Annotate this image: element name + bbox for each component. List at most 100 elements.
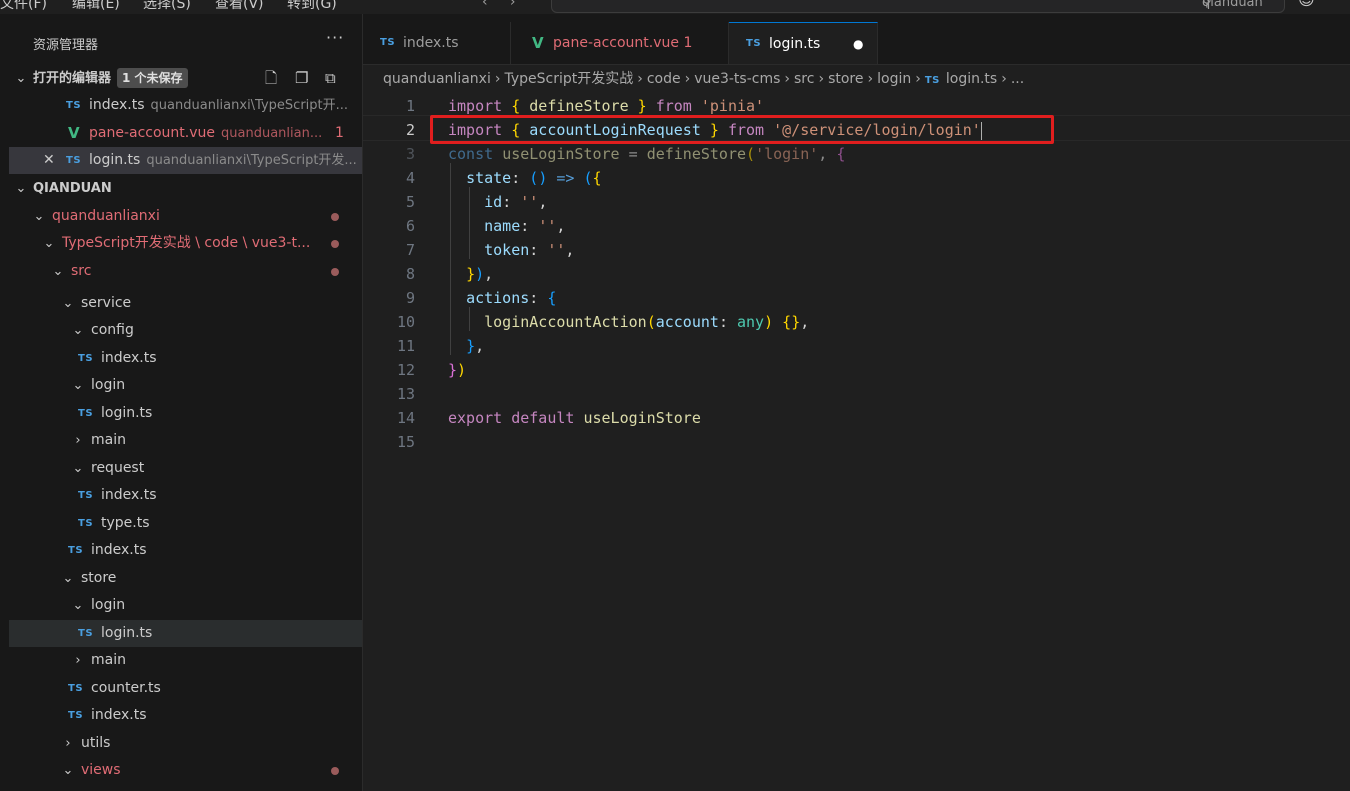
breadcrumb-item[interactable]: quanduanlianxi <box>383 71 491 87</box>
title-bar: 文件(F) 编辑(E) 选择(S) 查看(V) 转到(G) ‹ › ⚲ qian… <box>0 0 1350 14</box>
workspace-header[interactable]: ⌄ QIANDUAN <box>9 175 362 202</box>
unsaved-dot-icon[interactable]: ● <box>853 23 863 65</box>
breadcrumb-item[interactable]: code <box>647 71 681 87</box>
tab-index-ts[interactable]: TS index.ts <box>363 22 511 64</box>
open-editor-item-active[interactable]: ✕ TS login.ts quanduanlianxi\TypeScript开发… <box>9 147 362 174</box>
breadcrumb-item[interactable]: src <box>794 71 814 87</box>
menu-view[interactable]: 查看(V) <box>215 0 264 13</box>
copilot-icon[interactable]: ☺ <box>1298 0 1320 9</box>
tree-folder[interactable]: ⌄ src <box>9 258 362 285</box>
open-editor-path: quanduanlian... <box>221 126 323 141</box>
typescript-icon: TS <box>380 37 396 48</box>
code-line[interactable]: 11 }, <box>363 334 1350 358</box>
tree-folder-label: main <box>91 432 126 448</box>
tree-folder-label: store <box>81 570 117 586</box>
tree-folder-label: service <box>81 295 132 311</box>
code-line[interactable]: 10 loginAccountAction(account: any) {}, <box>363 310 1350 334</box>
command-center-search[interactable]: ⚲ qianduan <box>551 0 1285 13</box>
breadcrumb-item[interactable]: ... <box>1011 71 1024 87</box>
editor-area: TS index.ts V pane-account.vue 1 TS logi… <box>363 14 1350 791</box>
open-editor-name: pane-account.vue <box>89 125 215 141</box>
annotation-highlight-box <box>430 115 1054 144</box>
tab-label: pane-account.vue <box>553 35 679 51</box>
tree-file[interactable]: TS login.ts <box>9 400 362 427</box>
code-text: const useLoginStore = defineStore('login… <box>448 145 846 163</box>
open-editor-item[interactable]: V pane-account.vue quanduanlian... 1 <box>9 120 362 147</box>
chevron-down-icon: ⌄ <box>52 264 64 279</box>
open-editor-name: login.ts <box>89 152 141 168</box>
line-number: 9 <box>405 289 415 307</box>
problem-count: 1 <box>683 35 693 51</box>
tree-file[interactable]: TS index.ts <box>9 702 362 729</box>
breadcrumb-item[interactable]: login.ts <box>946 71 997 87</box>
tree-folder[interactable]: ⌄ login <box>9 592 362 619</box>
explorer-sidebar: 资源管理器 ··· ⌄ 打开的编辑器 1 个未保存 🗋 ❐ ⧉ TS index.… <box>9 14 363 791</box>
typescript-icon: TS <box>68 710 84 721</box>
breadcrumb-item[interactable]: store <box>828 71 863 87</box>
tree-folder[interactable]: ⌄ views <box>9 757 362 784</box>
tree-folder[interactable]: ⌄ TypeScript开发实战 \ code \ vue3-t... <box>9 230 362 257</box>
open-editor-item[interactable]: TS index.ts quanduanlianxi\TypeScript开... <box>9 92 362 119</box>
menu-edit[interactable]: 编辑(E) <box>72 0 120 13</box>
tree-file[interactable]: TS index.ts <box>9 537 362 564</box>
breadcrumb-item[interactable]: vue3-ts-cms <box>694 71 780 87</box>
more-actions-icon[interactable]: ··· <box>326 28 344 47</box>
code-line[interactable]: 12}) <box>363 358 1350 382</box>
code-line[interactable]: 13 <box>363 382 1350 406</box>
chevron-right-icon: › <box>784 71 791 87</box>
code-line[interactable]: 9 actions: { <box>363 286 1350 310</box>
code-line[interactable]: 14 export default useLoginStore <box>363 406 1350 430</box>
chevron-down-icon: ⌄ <box>72 323 84 338</box>
tree-folder[interactable]: ⌄ quanduanlianxi <box>9 203 362 230</box>
search-text: qianduan <box>1202 0 1263 10</box>
tree-folder[interactable]: › utils <box>9 730 362 757</box>
tree-folder[interactable]: › main <box>9 427 362 454</box>
code-line[interactable]: 7 token: '', <box>363 238 1350 262</box>
close-all-icon[interactable]: ⧉ <box>325 65 336 92</box>
forward-arrow-icon[interactable]: › <box>510 0 516 10</box>
code-text: }) <box>448 361 467 379</box>
tree-folder-label: main <box>91 652 126 668</box>
tree-folder[interactable]: ⌄ request <box>9 455 362 482</box>
code-line[interactable]: 3 const useLoginStore = defineStore('logi… <box>363 142 1350 166</box>
code-line[interactable]: 15 <box>363 430 1350 454</box>
tree-folder[interactable]: ⌄ store <box>9 565 362 592</box>
menu-file[interactable]: 文件(F) <box>0 0 47 13</box>
breadcrumb-item[interactable]: login <box>877 71 911 87</box>
code-line[interactable]: 4 state: () => ({ <box>363 166 1350 190</box>
tab-pane-account-vue[interactable]: V pane-account.vue 1 <box>511 22 729 64</box>
open-editors-header[interactable]: ⌄ 打开的编辑器 1 个未保存 🗋 ❐ ⧉ <box>9 65 362 92</box>
tree-file-label: login.ts <box>101 405 153 421</box>
chevron-right-icon: › <box>867 71 874 87</box>
back-arrow-icon[interactable]: ‹ <box>482 0 488 10</box>
breadcrumb-item[interactable]: TypeScript开发实战 <box>504 71 633 87</box>
code-line[interactable]: 5 id: '', <box>363 190 1350 214</box>
tree-file-label: index.ts <box>91 542 147 558</box>
code-line[interactable]: 6 name: '', <box>363 214 1350 238</box>
open-editor-path: quanduanlianxi\TypeScript开... <box>150 98 349 113</box>
code-text: }), <box>466 265 494 283</box>
tree-folder[interactable]: ⌄ login <box>9 372 362 399</box>
tree-file-label: counter.ts <box>91 680 161 696</box>
tree-folder[interactable]: ⌄ config <box>9 317 362 344</box>
code-text: state: () => ({ <box>466 169 602 187</box>
tree-folder-label: login <box>91 377 126 393</box>
save-all-icon[interactable]: ❐ <box>295 65 308 92</box>
tree-folder[interactable]: ⌄ service <box>9 290 362 317</box>
tree-file-selected[interactable]: TS login.ts <box>9 620 362 647</box>
tree-file[interactable]: TS counter.ts <box>9 675 362 702</box>
tree-file[interactable]: TS type.ts <box>9 510 362 537</box>
code-line[interactable]: 8 }), <box>363 262 1350 286</box>
editor-tabs: TS index.ts V pane-account.vue 1 TS logi… <box>363 14 1350 65</box>
nav-arrows[interactable]: ‹ › <box>482 0 515 10</box>
tree-file[interactable]: TS index.ts <box>9 482 362 509</box>
menu-selection[interactable]: 选择(S) <box>143 0 191 13</box>
new-file-icon[interactable]: 🗋 <box>265 65 277 92</box>
menu-go[interactable]: 转到(G) <box>287 0 337 13</box>
tab-login-ts[interactable]: TS login.ts ● <box>729 22 878 64</box>
chevron-down-icon: ⌄ <box>62 296 74 311</box>
tree-folder[interactable]: › main <box>9 647 362 674</box>
close-icon[interactable]: ✕ <box>43 147 55 174</box>
line-number: 14 <box>396 409 415 427</box>
tree-file[interactable]: TS index.ts <box>9 345 362 372</box>
